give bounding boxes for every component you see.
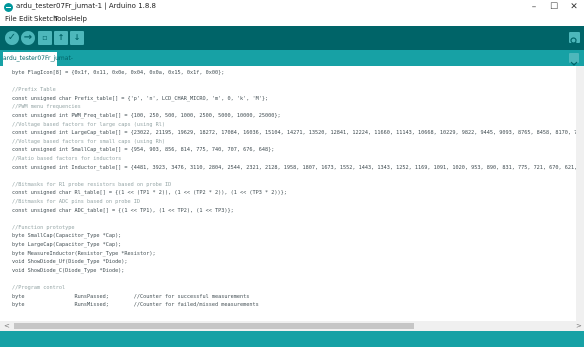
close-button[interactable]: ✕ bbox=[567, 0, 581, 14]
save-icon: ↓ bbox=[73, 33, 81, 42]
code-line: void ShowDiode_Uf(Diode_Type *Diode); bbox=[12, 259, 128, 266]
upload-button[interactable]: → bbox=[21, 31, 35, 45]
code-line: const unsigned int LargeCap_table[] = {2… bbox=[12, 130, 584, 137]
menu-edit[interactable]: Edit bbox=[19, 15, 33, 23]
window-title: ardu_tester07Fr_jumat-1 | Arduino 1.8.8 bbox=[16, 2, 156, 10]
code-line: byte SmallCap(Capacitor_Type *Cap); bbox=[12, 233, 122, 240]
open-button[interactable]: ↑ bbox=[54, 31, 68, 45]
open-icon: ↑ bbox=[57, 33, 65, 42]
menu-file[interactable]: File bbox=[5, 15, 17, 23]
code-line: const unsigned int PWM_Freq_table[] = {1… bbox=[12, 113, 281, 119]
scroll-right-arrow[interactable]: > bbox=[576, 321, 582, 331]
menu-tools[interactable]: Tools bbox=[54, 15, 71, 23]
code-line: byte FlagIcon[8] = {0x1f, 0x11, 0x0e, 0x… bbox=[12, 70, 225, 76]
menu-bar: File Edit Sketch Tools Help bbox=[0, 14, 584, 26]
code-comment-line: //PWM menu frequencies bbox=[12, 104, 81, 111]
save-button[interactable]: ↓ bbox=[70, 31, 84, 45]
arrow-right-icon: → bbox=[23, 32, 33, 43]
code-comment-line: //Function prototype bbox=[12, 224, 75, 231]
code-line: const unsigned char Rl_table[] = {(1 << … bbox=[12, 190, 287, 197]
scroll-left-arrow[interactable]: < bbox=[4, 321, 10, 331]
menu-help[interactable]: Help bbox=[71, 15, 87, 23]
tab-sketch[interactable]: ardu_tester07Fr_jumat-2 bbox=[3, 52, 73, 76]
status-bar bbox=[0, 331, 584, 347]
code-line: const unsigned char Prefix_table[] = {'p… bbox=[12, 95, 269, 102]
new-button[interactable]: ▫ bbox=[38, 31, 52, 45]
serial-monitor-button[interactable] bbox=[569, 32, 580, 46]
horizontal-scrollbar[interactable]: < > bbox=[0, 321, 584, 331]
code-line: const unsigned int Inductor_table[] = {4… bbox=[12, 164, 584, 171]
code-comment-line: //Ratio based factors for inductors bbox=[12, 156, 122, 162]
vertical-scrollbar[interactable] bbox=[576, 66, 584, 321]
arduino-logo-icon bbox=[4, 3, 13, 12]
code-editor[interactable]: byte FlagIcon[8] = {0x1f, 0x11, 0x0e, 0x… bbox=[0, 66, 584, 321]
code-comment-line: //Voltage based factors for small caps (… bbox=[12, 138, 166, 145]
magnifier-icon bbox=[570, 37, 579, 46]
tab-menu-button[interactable] bbox=[569, 53, 579, 66]
code-comment-line: //Voltage based factors for large caps (… bbox=[12, 121, 166, 128]
code-line: const unsigned int SmallCap_table[] = {9… bbox=[12, 147, 275, 154]
code-line: byte RunsMissed; //Counter for failed/mi… bbox=[12, 302, 259, 309]
tab-bar: ardu_tester07Fr_jumat-2 bbox=[0, 50, 584, 76]
title-bar: ardu_tester07Fr_jumat-1 | Arduino 1.8.8 … bbox=[0, 0, 584, 14]
code-comment-line: //Bitmasks for R1 probe resistors based … bbox=[12, 181, 172, 188]
code-comment-line: //Bitmasks for ADC pins based on probe I… bbox=[12, 199, 141, 205]
code-line: byte RunsPassed; //Counter for successfu… bbox=[12, 293, 250, 300]
new-file-icon: ▫ bbox=[42, 33, 48, 42]
scrollbar-thumb[interactable] bbox=[14, 323, 414, 329]
verify-button[interactable]: ✓ bbox=[5, 31, 19, 45]
toolbar: ✓ → ▫ ↑ ↓ bbox=[0, 26, 584, 50]
code-line: const unsigned char ADC_table[] = {(1 <<… bbox=[12, 207, 234, 214]
check-icon: ✓ bbox=[7, 32, 17, 43]
code-comment-line: //Program control bbox=[12, 285, 66, 291]
minimize-button[interactable]: – bbox=[527, 0, 541, 14]
maximize-button[interactable]: ☐ bbox=[547, 0, 561, 14]
code-line: byte MeasureInductor(Resistor_Type *Resi… bbox=[12, 250, 156, 257]
code-line: void ShowDiode_C(Diode_Type *Diode); bbox=[12, 267, 125, 274]
code-comment-line: //Prefix Table bbox=[12, 87, 56, 94]
code-line: byte LargeCap(Capacitor_Type *Cap); bbox=[12, 242, 122, 248]
